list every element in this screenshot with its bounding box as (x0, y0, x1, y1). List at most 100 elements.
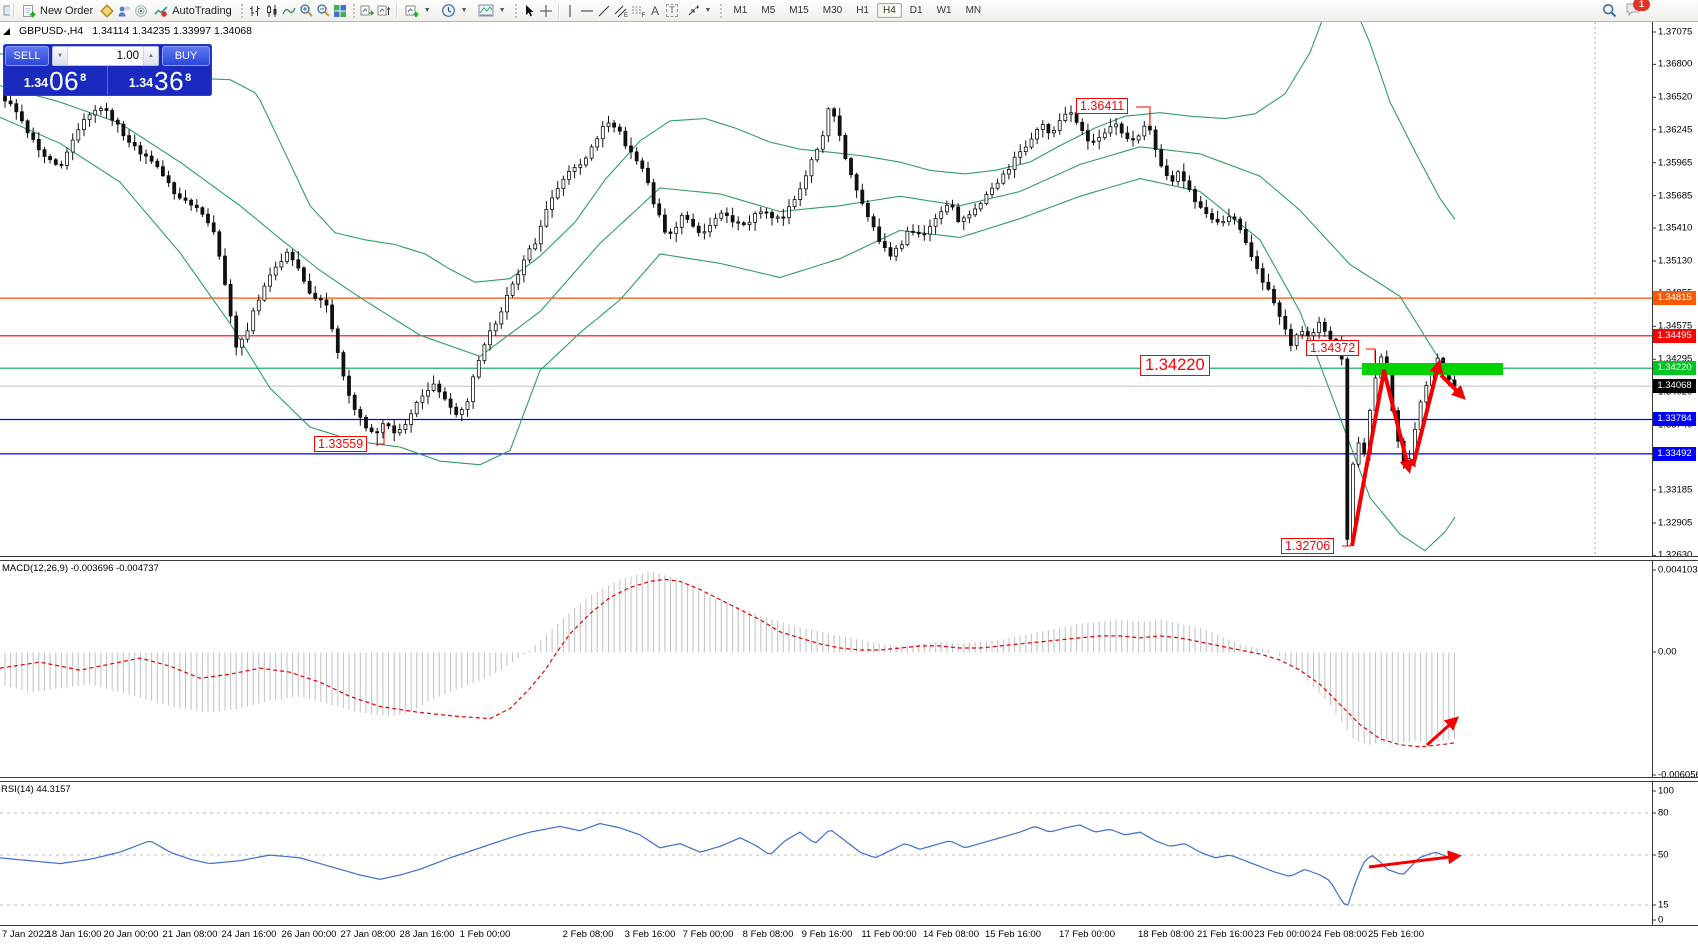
candle-body (742, 223, 745, 225)
main-toolbar: New Order (0, 0, 1698, 22)
cursor-tool-button[interactable] (521, 2, 538, 19)
candle-body (1103, 133, 1106, 138)
candle-body (477, 361, 480, 378)
candle-body (20, 112, 23, 121)
community-button[interactable] (115, 2, 132, 19)
candle-body (782, 217, 785, 218)
candle-body (438, 384, 441, 392)
line-chart-mode-button[interactable] (281, 2, 298, 19)
buy-button[interactable]: BUY (162, 46, 210, 66)
candle-body (850, 159, 853, 175)
autotrading-button[interactable]: AutoTrading (149, 2, 237, 20)
timeframe-m5[interactable]: M5 (755, 3, 781, 18)
new-chart-icon (405, 4, 419, 18)
search-icon[interactable] (1602, 3, 1617, 18)
candle-body (460, 410, 463, 415)
volume-increase-button[interactable]: ▲ (143, 47, 158, 65)
timeframe-mn[interactable]: MN (960, 3, 988, 18)
styler-button[interactable] (98, 2, 115, 19)
candle-body (252, 311, 255, 331)
zoom-out-button[interactable] (315, 2, 332, 19)
candle-body (861, 190, 864, 203)
text-tool-button[interactable]: A (647, 2, 664, 19)
chart-shift-button[interactable] (376, 2, 393, 19)
clipped-icon[interactable] (0, 2, 10, 19)
shapes-tool-button[interactable]: ▼ (681, 2, 717, 20)
label-t-icon: T (666, 4, 678, 17)
equidistant-channel-tool-button[interactable]: E (613, 2, 630, 19)
candle-body (658, 204, 661, 215)
timeframe-m30[interactable]: M30 (817, 3, 848, 18)
buy-price[interactable]: 1.34 36 8 (108, 66, 212, 95)
candle-body (522, 260, 525, 275)
candle-body (472, 377, 475, 402)
candle-body (568, 171, 571, 179)
candle-body (1115, 124, 1118, 127)
sell-button[interactable]: SELL (5, 46, 49, 66)
label-tool-button[interactable]: T (664, 2, 681, 19)
candle-body (1177, 172, 1180, 182)
fibonacci-tool-button[interactable]: F (630, 2, 647, 19)
new-chart-button[interactable]: ▼ (400, 2, 436, 20)
template-button[interactable]: ▼ (473, 2, 511, 20)
sell-price[interactable]: 1.34 06 8 (3, 66, 108, 95)
timeframe-m1[interactable]: M1 (727, 3, 753, 18)
arrange-charts-button[interactable] (359, 2, 376, 19)
candlestick-icon (265, 4, 279, 18)
candle-body (365, 417, 368, 428)
candle-body (71, 140, 74, 152)
timeframe-h1[interactable]: H1 (850, 3, 875, 18)
new-order-button[interactable]: New Order (17, 2, 98, 20)
candle-body (37, 139, 40, 149)
timeframe-h4[interactable]: H4 (877, 3, 902, 18)
annotation-arrow[interactable] (1369, 856, 1458, 867)
candle-body (212, 223, 215, 232)
annotation-arrow[interactable] (1352, 371, 1409, 546)
candle-body (872, 217, 875, 227)
crosshair-tool-button[interactable] (538, 2, 555, 19)
candle-body (771, 212, 774, 218)
candle-body (1019, 152, 1022, 158)
bar-chart-mode-button[interactable] (247, 2, 264, 19)
volume-input[interactable]: 1.00 (68, 47, 143, 65)
toolbar-separator (396, 3, 397, 18)
candle-body (1075, 113, 1078, 123)
tile-windows-button[interactable] (332, 2, 349, 19)
candle-body (1143, 126, 1146, 136)
signals-button[interactable] (132, 2, 149, 19)
one-click-expander-icon[interactable] (3, 28, 10, 35)
chart-canvas[interactable] (0, 0, 1698, 944)
candle-body (246, 331, 249, 339)
candle-body (1261, 269, 1264, 283)
candle-body (184, 198, 187, 200)
candle-body (1098, 138, 1101, 142)
candle-body (613, 123, 616, 127)
timeframe-d1[interactable]: D1 (904, 3, 929, 18)
timeframe-m15[interactable]: M15 (783, 3, 814, 18)
candle-body (1256, 257, 1259, 269)
horizontal-line-tool-button[interactable] (579, 2, 596, 19)
line-chart-icon (282, 4, 296, 18)
candle-body (1081, 122, 1084, 130)
candle-body (1137, 136, 1140, 140)
candle-body (319, 299, 322, 300)
zoom-out-icon (316, 3, 331, 18)
period-button[interactable]: ▼ (436, 2, 473, 20)
macd-pane-divider[interactable] (0, 556, 1698, 561)
candle-body (1160, 150, 1163, 166)
chart-ohlc-values: 1.34114 1.34235 1.33997 1.34068 (92, 25, 252, 37)
candle-body (201, 208, 204, 215)
annotation-arrow[interactable] (1413, 363, 1439, 466)
svg-text:E: E (624, 13, 628, 18)
rsi-pane-divider[interactable] (0, 777, 1698, 782)
candle-body (1295, 335, 1298, 346)
candlestick-mode-button[interactable] (264, 2, 281, 19)
timeframe-w1[interactable]: W1 (931, 3, 958, 18)
candle-body (77, 130, 80, 140)
zoom-in-button[interactable] (298, 2, 315, 19)
trendline-tool-button[interactable] (596, 2, 613, 19)
vertical-line-tool-button[interactable] (562, 2, 579, 19)
candle-body (1318, 322, 1321, 332)
notifications-button[interactable]: 1 (1625, 2, 1642, 20)
volume-decrease-button[interactable]: ▼ (53, 47, 68, 65)
